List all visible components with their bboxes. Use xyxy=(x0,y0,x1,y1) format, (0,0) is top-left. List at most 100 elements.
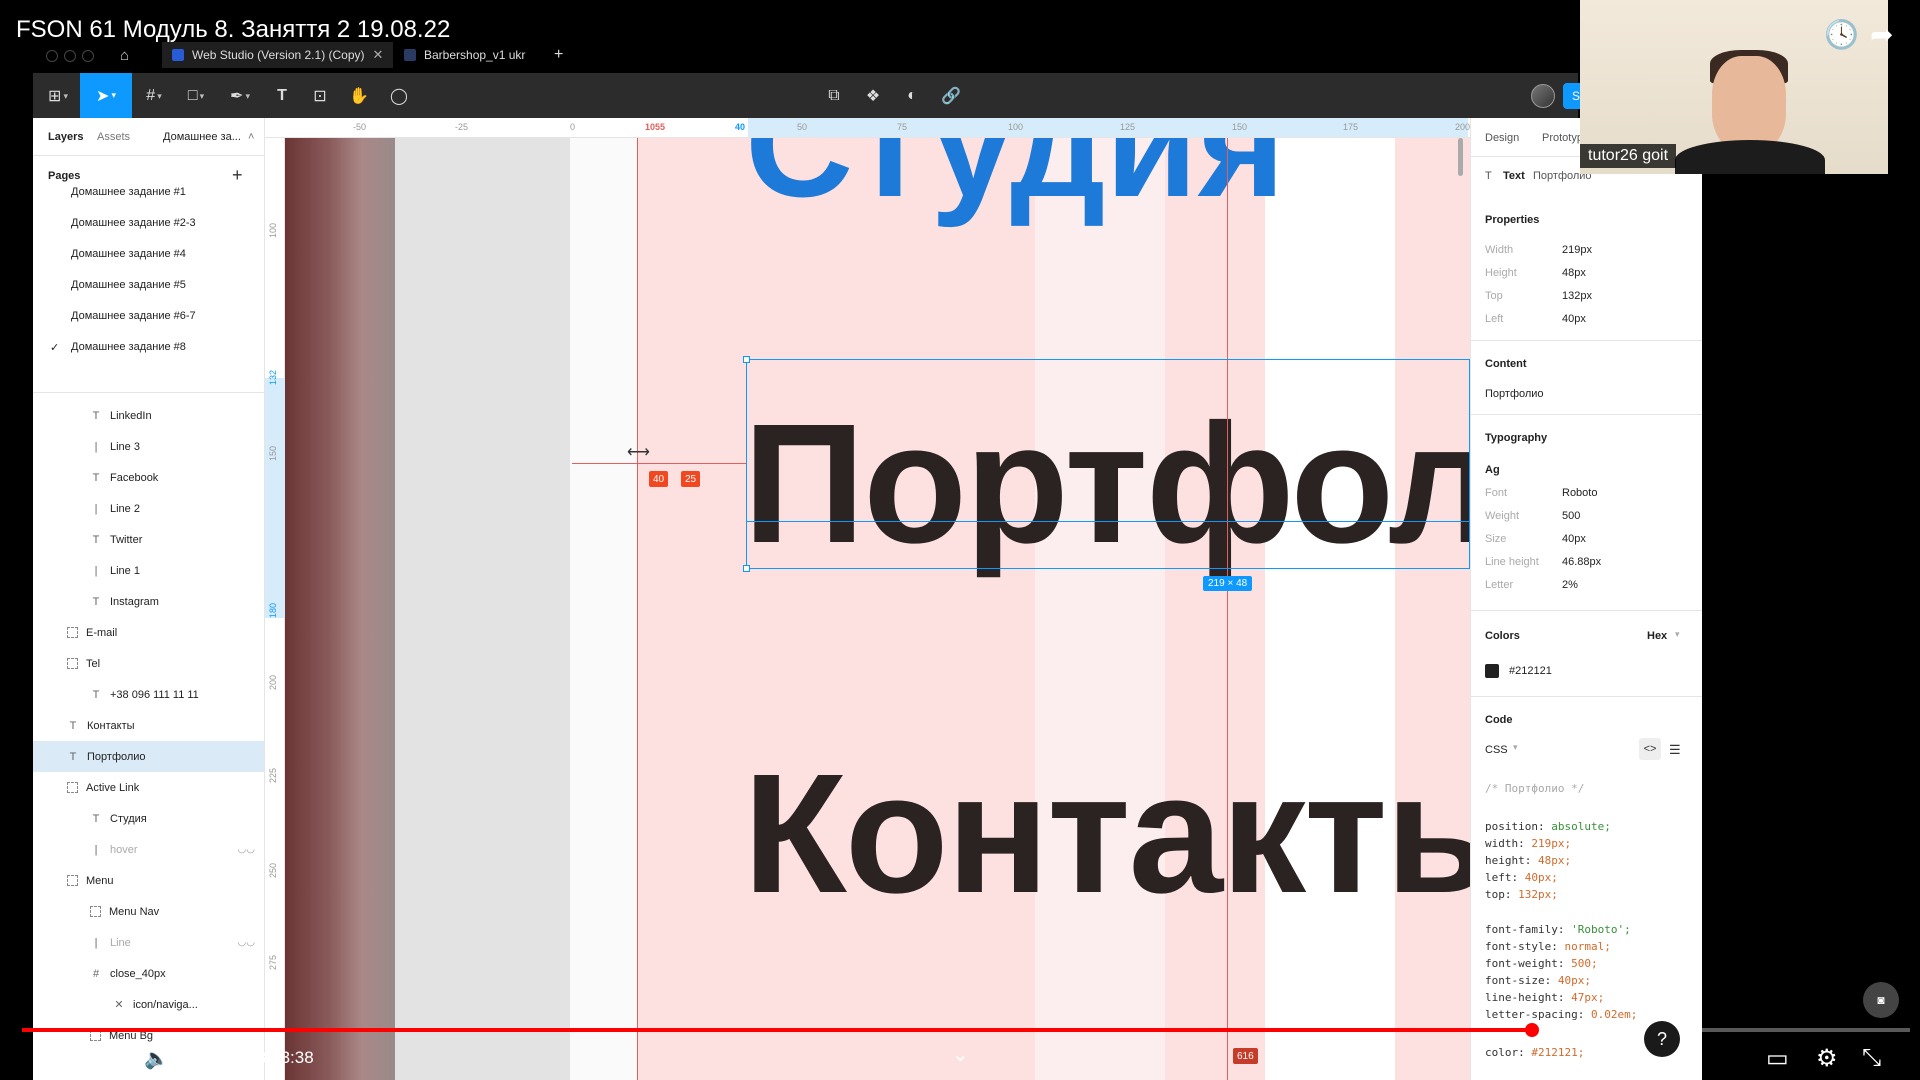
shape-icon[interactable]: □ ▾ xyxy=(183,85,209,107)
share-icon[interactable]: ➦ xyxy=(1870,18,1893,51)
selection-box[interactable] xyxy=(746,359,1470,569)
chevron-down-icon[interactable]: ▾ xyxy=(1513,742,1518,753)
layer-item[interactable]: Menu Nav xyxy=(33,896,264,927)
design-canvas[interactable]: Студия Портфолио Контакты 40 25 ⟷ 219 × … xyxy=(265,118,1470,1080)
layer-label: E-mail xyxy=(86,626,118,639)
ruler-tick-label: 180 xyxy=(268,602,278,618)
layer-item[interactable]: | Line 1 xyxy=(33,555,264,586)
watch-later-icon[interactable]: 🕓 xyxy=(1824,18,1859,51)
hand-icon[interactable]: ✋ xyxy=(346,85,372,107)
page-item[interactable]: Домашнее задание #2-3 xyxy=(71,217,196,229)
layer-item[interactable]: T Facebook xyxy=(33,462,264,493)
layer-item[interactable]: Active Link xyxy=(33,772,264,803)
code-value: normal; xyxy=(1564,940,1611,953)
canvas-text-contacts[interactable]: Контакты xyxy=(743,736,1470,932)
layer-item[interactable]: | Line 3 xyxy=(33,431,264,462)
chevron-up-icon[interactable]: ˄ xyxy=(248,131,254,143)
tab-design[interactable]: Design xyxy=(1485,132,1519,144)
layer-item[interactable]: T +38 096 111 11 11 xyxy=(33,679,264,710)
window-close-dot[interactable] xyxy=(46,50,58,62)
divider xyxy=(1471,340,1702,341)
crop-icon[interactable]: ⧉ xyxy=(821,85,847,107)
chevron-down-icon[interactable]: ▾ xyxy=(1675,629,1680,640)
color-swatch[interactable] xyxy=(1485,664,1499,678)
page-item[interactable]: Домашнее задание #5 xyxy=(71,279,186,291)
hidden-eye-icon[interactable]: ◡◡ xyxy=(238,937,255,948)
tab-layers[interactable]: Layers xyxy=(48,131,83,143)
code-line: letter-spacing: 0.02em; xyxy=(1485,1008,1637,1021)
layer-item[interactable]: | Line 2 xyxy=(33,493,264,524)
ruler-tick-label: 75 xyxy=(897,122,908,132)
layer-item[interactable]: T Контакты xyxy=(33,710,264,741)
layer-item[interactable]: E-mail xyxy=(33,617,264,648)
avatar[interactable] xyxy=(1531,84,1555,108)
property-label: Height xyxy=(1485,267,1517,279)
line-icon: | xyxy=(94,564,98,577)
list-view-icon[interactable]: ☰ xyxy=(1669,742,1681,758)
colors-title: Colors xyxy=(1485,630,1520,642)
settings-icon[interactable]: ⚙ xyxy=(1816,1044,1838,1073)
page-item[interactable]: Домашнее задание #1 xyxy=(71,186,186,198)
frame-icon[interactable]: # ▾ xyxy=(141,85,167,107)
layer-item[interactable]: T Instagram xyxy=(33,586,264,617)
window-zoom-dot[interactable] xyxy=(82,50,94,62)
text-icon[interactable]: T xyxy=(269,85,295,107)
move-tool-button[interactable]: ➤ ▾ xyxy=(80,73,132,118)
main-menu-icon[interactable]: ⊞ ▾ xyxy=(45,85,71,107)
add-page-icon[interactable]: + xyxy=(232,165,243,186)
tab-web-studio[interactable]: Web Studio (Version 2.1) (Copy) ✕ xyxy=(162,42,394,68)
ruler-tick-label: 150 xyxy=(1232,122,1248,132)
code-lang-select[interactable]: CSS xyxy=(1485,744,1508,756)
layer-item[interactable]: T Студия xyxy=(33,803,264,834)
ruler-tick-label: 225 xyxy=(268,767,278,783)
canvas-scrollbar[interactable] xyxy=(1458,138,1463,176)
resize-handle[interactable] xyxy=(743,356,750,363)
layer-item[interactable]: | hover ◡◡ xyxy=(33,834,264,865)
window-minimize-dot[interactable] xyxy=(64,50,76,62)
page-selector[interactable]: Домашнее за... xyxy=(163,131,241,143)
color-format-select[interactable]: Hex xyxy=(1647,630,1667,642)
tab-assets[interactable]: Assets xyxy=(97,131,130,143)
component-icon[interactable]: ❖ xyxy=(860,85,886,107)
play-icon[interactable]: ▶ xyxy=(40,1044,58,1073)
layer-item[interactable]: T Twitter xyxy=(33,524,264,555)
frame-icon xyxy=(90,906,101,917)
canvas-image-strip xyxy=(285,138,395,1080)
volume-icon[interactable]: 🔈 xyxy=(144,1046,169,1071)
resources-icon[interactable]: ⊡ xyxy=(307,85,333,107)
code-value: 500; xyxy=(1571,957,1598,970)
hidden-eye-icon[interactable]: ◡◡ xyxy=(238,844,255,855)
color-value: #212121 xyxy=(1509,665,1552,677)
exit-fullscreen-icon[interactable]: ⤡ xyxy=(1862,1044,1881,1072)
layer-item[interactable]: Tel xyxy=(33,648,264,679)
progress-scrubber[interactable] xyxy=(1525,1023,1539,1037)
resize-handle[interactable] xyxy=(743,565,750,572)
contrast-icon[interactable]: ◐ xyxy=(899,85,925,107)
layer-item[interactable]: | Line ◡◡ xyxy=(33,927,264,958)
property-label: Left xyxy=(1485,313,1504,325)
code-value: absolute; xyxy=(1551,820,1611,833)
channel-watermark-icon[interactable]: ◙ xyxy=(1863,982,1899,1018)
layer-item[interactable]: # close_40px xyxy=(33,958,264,989)
layer-item[interactable]: T Портфолио xyxy=(33,741,264,772)
code-property: font-style: xyxy=(1485,940,1558,953)
close-icon[interactable]: ✕ xyxy=(373,47,384,63)
new-tab-button[interactable]: + xyxy=(554,42,563,68)
page-item[interactable]: Домашнее задание #8 xyxy=(71,341,186,353)
tab-prototype[interactable]: Prototyp xyxy=(1542,132,1583,144)
chevron-down-icon[interactable]: ⌄ xyxy=(952,1042,969,1067)
next-icon[interactable]: ⏭ xyxy=(96,1044,118,1072)
pen-icon[interactable]: ✒ ▾ xyxy=(227,85,253,107)
tab-barbershop[interactable]: Barbershop_v1 ukr xyxy=(394,42,535,68)
layer-item[interactable]: ✕ icon/naviga... xyxy=(33,989,264,1020)
page-item[interactable]: Домашнее задание #4 xyxy=(71,248,186,260)
layer-item[interactable]: T LinkedIn xyxy=(33,400,264,431)
home-icon[interactable]: ⌂ xyxy=(120,42,129,68)
layer-item[interactable]: Menu xyxy=(33,865,264,896)
code-view-icon[interactable]: <> xyxy=(1639,738,1661,760)
page-item[interactable]: Домашнее задание #6-7 xyxy=(71,310,196,322)
subtitles-icon[interactable]: ▭ xyxy=(1766,1044,1789,1073)
comment-icon[interactable]: ◯ xyxy=(386,85,412,107)
link-icon[interactable]: 🔗 xyxy=(938,85,964,107)
divider xyxy=(1471,696,1702,697)
